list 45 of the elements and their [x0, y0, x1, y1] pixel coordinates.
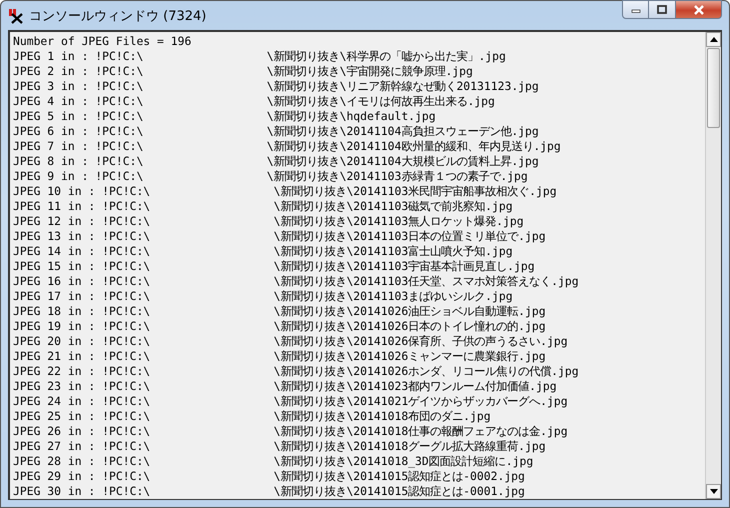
scroll-up-button[interactable] — [706, 32, 721, 47]
console-line: JPEG 17 in : !PC!C:\ \新聞切り抜き\20141103まばゆいシルク.jpg — [13, 289, 514, 304]
console-line: JPEG 13 in : !PC!C:\ \新聞切り抜き\20141103日本の位置ミリ単位で.jpg — [13, 229, 547, 244]
console-line: JPEG 25 in : !PC!C:\ \新聞切り抜き\20141018布団のダニ.jpg — [13, 409, 492, 424]
console-line: JPEG 6 in : !PC!C:\ \新聞切り抜き\20141104高負担スウェーデン他.jpg — [13, 124, 540, 139]
console-line: JPEG 8 in : !PC!C:\ \新聞切り抜き\20141104大規模ビルの賃料上昇.jpg — [13, 154, 540, 169]
console-line: JPEG 19 in : !PC!C:\ \新聞切り抜き\20141026日本のトイレ憧れの的.jpg — [13, 319, 547, 334]
console-line: JPEG 16 in : !PC!C:\ \新聞切り抜き\20141103任天堂、スマホ対策答えなく.jpg — [13, 274, 580, 289]
console-line: JPEG 27 in : !PC!C:\ \新聞切り抜き\20141018グーグル拡大路線重荷.jpg — [13, 439, 547, 454]
minimize-button[interactable] — [622, 0, 649, 19]
scroll-down-button[interactable] — [706, 484, 721, 499]
console-line: JPEG 4 in : !PC!C:\ \新聞切り抜き\イモリは何故再生出来る.jpg — [13, 94, 496, 109]
console-line: JPEG 9 in : !PC!C:\ \新聞切り抜き\20141103赤緑青１つの素子で.jpg — [13, 169, 529, 184]
console-line: JPEG 22 in : !PC!C:\ \新聞切り抜き\20141026ホンダ、リコール焦りの代償.jpg — [13, 364, 580, 379]
console-line: JPEG 1 in : !PC!C:\ \新聞切り抜き\科学界の「嘘から出た実」.jpg — [13, 49, 507, 64]
console-line: JPEG 20 in : !PC!C:\ \新聞切り抜き\20141026保育所、子供の声うるさい.jpg — [13, 334, 569, 349]
console-line: JPEG 18 in : !PC!C:\ \新聞切り抜き\20141026油圧ショベル自動運転.jpg — [13, 304, 547, 319]
console-line: JPEG 14 in : !PC!C:\ \新聞切り抜き\20141103富士山噴火予知.jpg — [13, 244, 514, 259]
minimize-icon — [630, 6, 640, 12]
close-icon — [692, 4, 704, 14]
console-line: JPEG 12 in : !PC!C:\ \新聞切り抜き\20141103無人ロケット爆発.jpg — [13, 214, 525, 229]
console-line: JPEG 10 in : !PC!C:\ \新聞切り抜き\20141103米民間宇宙船事故相次ぐ.jpg — [13, 184, 558, 199]
console-line: JPEG 24 in : !PC!C:\ \新聞切り抜き\20141021ゲイツからザッカバーグへ.jpg — [13, 394, 569, 409]
console-line: JPEG 11 in : !PC!C:\ \新聞切り抜き\20141103磁気で前兆察知.jpg — [13, 199, 514, 214]
console-line: JPEG 28 in : !PC!C:\ \新聞切り抜き\20141018_3D図面設計短縮に.jpg — [13, 454, 534, 469]
up-arrow-icon — [710, 37, 718, 42]
console-line: JPEG 30 in : !PC!C:\ \新聞切り抜き\20141015認知症とは-0001.jpg — [13, 484, 526, 499]
maximize-icon — [657, 5, 667, 14]
console-line: JPEG 21 in : !PC!C:\ \新聞切り抜き\20141026ミャンマーに農業銀行.jpg — [13, 349, 547, 364]
console-line: JPEG 7 in : !PC!C:\ \新聞切り抜き\20141104欧州量的緩和、年内見送り.jpg — [13, 139, 562, 154]
console-line: Number of JPEG Files = 196 — [13, 34, 192, 49]
console-line: JPEG 23 in : !PC!C:\ \新聞切り抜き\20141023都内ワンルーム付加価値.jpg — [13, 379, 558, 394]
console-line: JPEG 29 in : !PC!C:\ \新聞切り抜き\20141015認知症とは-0002.jpg — [13, 469, 526, 484]
console-line: JPEG 15 in : !PC!C:\ \新聞切り抜き\20141103宇宙基本計画見直し.jpg — [13, 259, 536, 274]
console-line: JPEG 5 in : !PC!C:\ \新聞切り抜き\hqdefault.jpg — [13, 109, 437, 124]
console-line: JPEG 2 in : !PC!C:\ \新聞切り抜き\宇宙開発に競争原理.jpg — [13, 64, 474, 79]
app-icon — [8, 8, 24, 24]
scroll-thumb[interactable] — [707, 48, 720, 128]
close-button[interactable] — [676, 0, 722, 19]
maximize-button[interactable] — [649, 0, 676, 19]
down-arrow-icon — [710, 489, 718, 494]
console-line: JPEG 26 in : !PC!C:\ \新聞切り抜き\20141018仕事の報酬フェアなのは金.jpg — [13, 424, 569, 439]
window-title: コンソールウィンドウ (7324) — [29, 8, 208, 24]
console-line: JPEG 3 in : !PC!C:\ \新聞切り抜き\リニア新幹線なぜ動く20131123.jpg — [13, 79, 540, 94]
scrollbar[interactable] — [705, 32, 721, 499]
